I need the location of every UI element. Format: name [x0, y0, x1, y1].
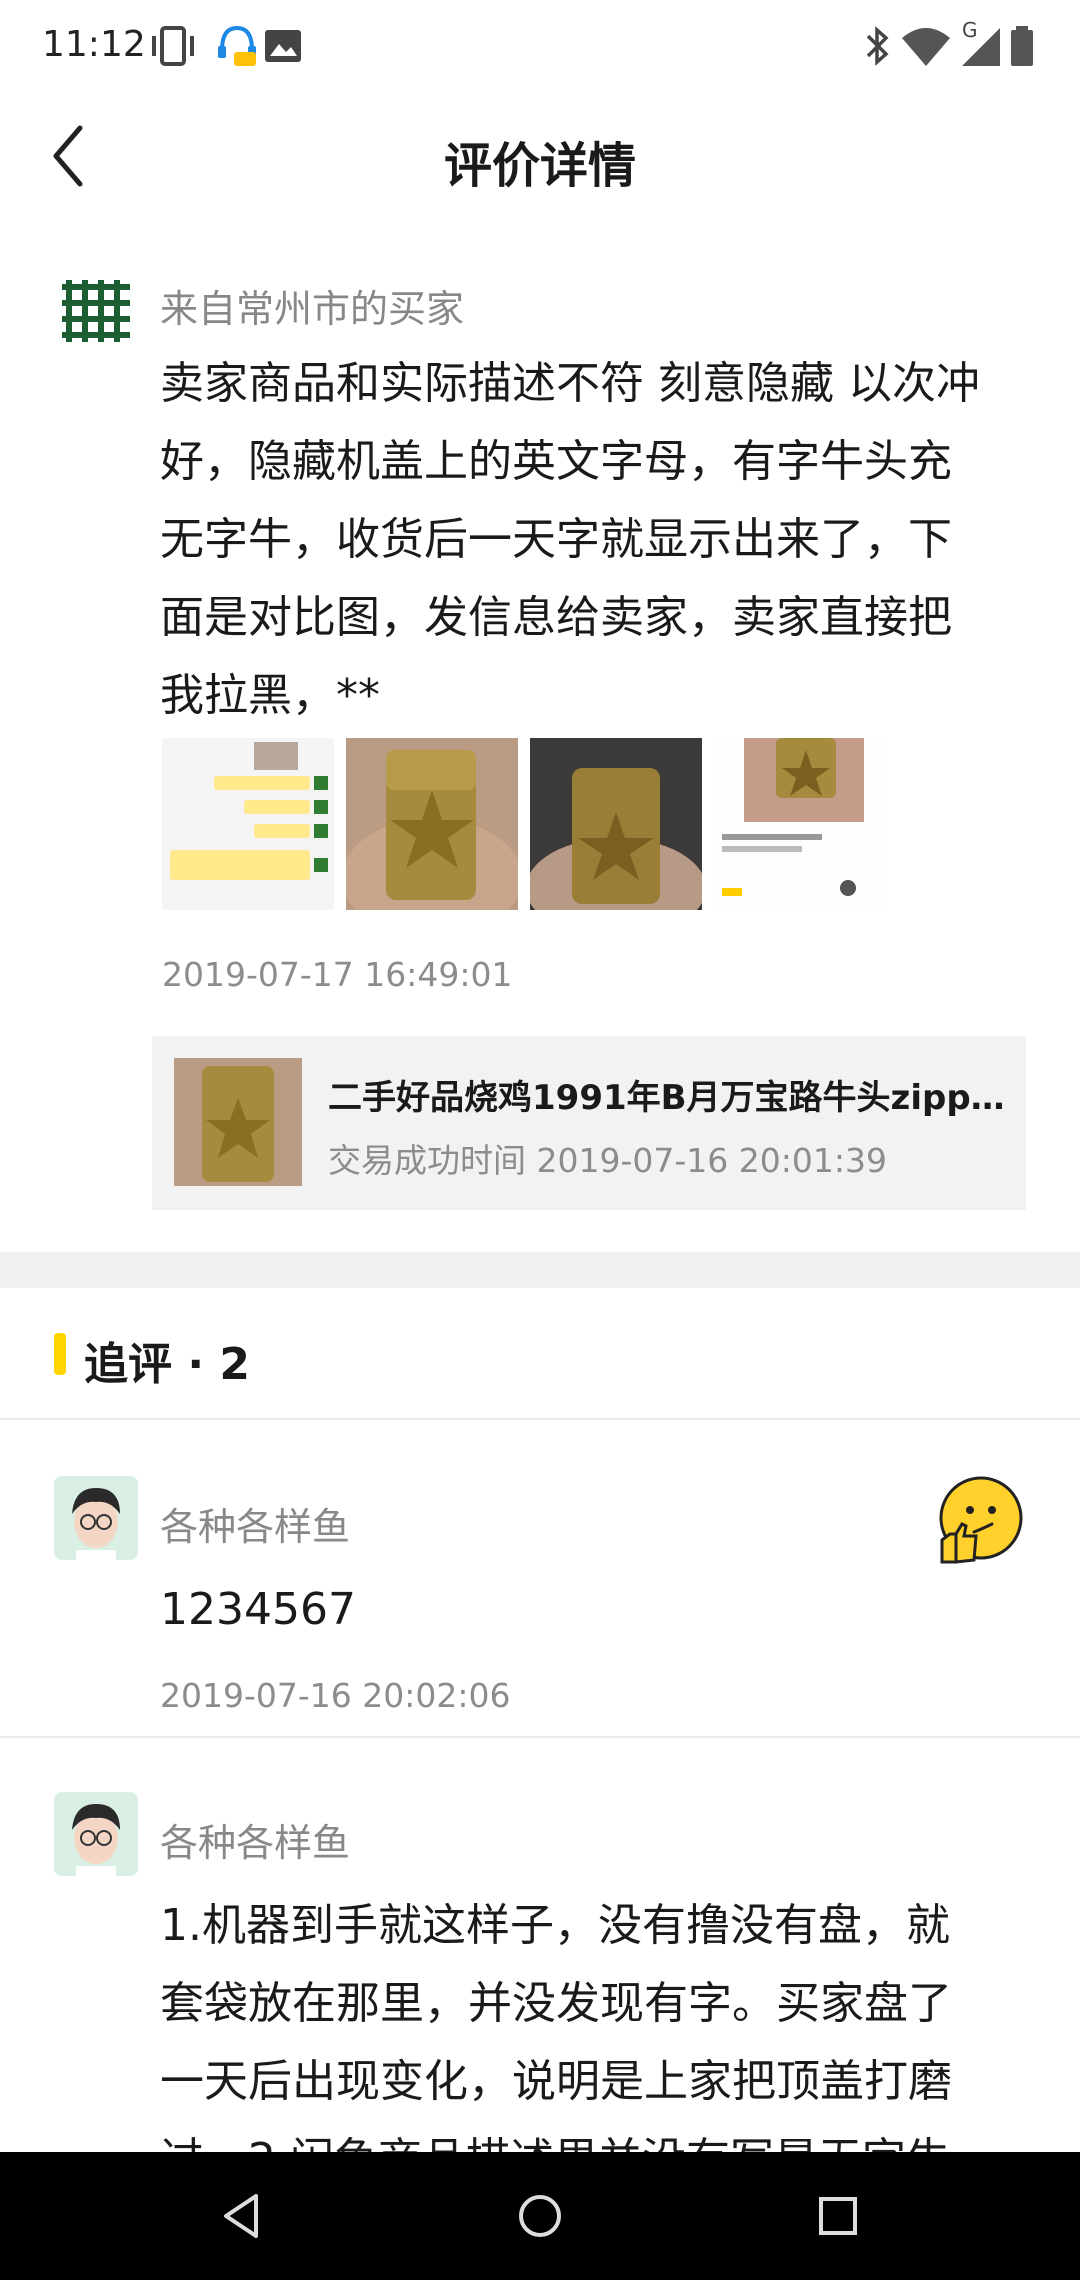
review-text: 卖家商品和实际描述不符 刻意隐藏 以次冲 好，隐藏机盖上的英文字母，有字牛头充 … [160, 345, 1030, 735]
comment-divider [0, 1736, 1080, 1738]
item-title: 二手好品烧鸡1991年B月万宝路牛头zippo... [328, 1078, 1008, 1118]
image-icon [265, 30, 301, 62]
signal-icon [962, 28, 1000, 66]
commenter-avatar[interactable] [54, 1792, 138, 1876]
comment-line: 1.机器到手就这样子，没有撸没有盘，就 [160, 1900, 950, 1951]
accent-bar [54, 1333, 66, 1375]
plaid-avatar-icon [54, 270, 138, 354]
commenter-name: 各种各样鱼 [160, 1821, 351, 1865]
assistant-icon [218, 25, 256, 66]
home-circle-icon[interactable] [510, 2186, 570, 2246]
thumbs-up-emoji-icon [939, 1476, 1023, 1564]
commenter-avatar[interactable] [54, 1476, 138, 1560]
lighter-thumb [174, 1058, 302, 1186]
review-line: 我拉黑，** [160, 670, 380, 721]
status-bar: 11:12 G [0, 0, 1080, 92]
app-header: 评价详情 [0, 92, 1080, 218]
item-card[interactable]: 二手好品烧鸡1991年B月万宝路牛头zippo... 交易成功时间 2019-0… [152, 1036, 1026, 1210]
lighter-photo-thumb [346, 738, 518, 910]
review-image-lighter-screenshot[interactable] [714, 738, 886, 910]
cartoon-avatar-icon [54, 1476, 138, 1560]
followup-header: 追评 · 2 [0, 1288, 1080, 1420]
review-line: 面是对比图，发信息给卖家，卖家直接把 [160, 592, 952, 643]
review-line: 卖家商品和实际描述不符 刻意隐藏 以次冲 [160, 358, 980, 409]
section-divider [0, 1252, 1080, 1288]
review-image-lighter-2[interactable] [530, 738, 702, 910]
battery-icon [1011, 26, 1033, 66]
lighter-photo-thumb [530, 738, 702, 910]
review-line: 无字牛，收货后一天字就显示出来了，下 [160, 514, 952, 565]
status-time: 11:12 [42, 24, 146, 65]
buyer-avatar[interactable] [54, 270, 138, 354]
comment-line: 套袋放在那里，并没发现有字。买家盘了 [160, 1978, 952, 2029]
back-triangle-icon[interactable] [212, 2186, 272, 2246]
like-button[interactable] [936, 1476, 1026, 1566]
commenter-name: 各种各样鱼 [160, 1505, 351, 1549]
chat-screenshot-thumb [162, 738, 334, 910]
lighter-screenshot-thumb [714, 738, 886, 910]
buyer-name: 来自常州市的买家 [160, 287, 465, 331]
review-image-lighter-1[interactable] [346, 738, 518, 910]
followup-title: 追评 · 2 [84, 1339, 250, 1390]
cartoon-avatar-icon [54, 1792, 138, 1876]
comment-text: 1234567 [160, 1584, 356, 1635]
review-date: 2019-07-17 16:49:01 [162, 955, 513, 994]
item-trade-time: 交易成功时间 2019-07-16 20:01:39 [328, 1141, 887, 1180]
recents-square-icon[interactable] [808, 2186, 868, 2246]
comment-line: 一天后出现变化，说明是上家把顶盖打磨 [160, 2056, 952, 2107]
page-title: 评价详情 [443, 138, 636, 194]
bluetooth-icon [866, 26, 889, 66]
review-line: 好，隐藏机盖上的英文字母，有字牛头充 [160, 436, 952, 487]
vibrate-icon [152, 26, 194, 66]
comment-date: 2019-07-16 20:02:06 [160, 1676, 511, 1715]
review-image-chat[interactable] [162, 738, 334, 910]
system-nav-bar [0, 2152, 1080, 2280]
item-thumbnail [174, 1058, 302, 1186]
wifi-icon [902, 28, 950, 66]
